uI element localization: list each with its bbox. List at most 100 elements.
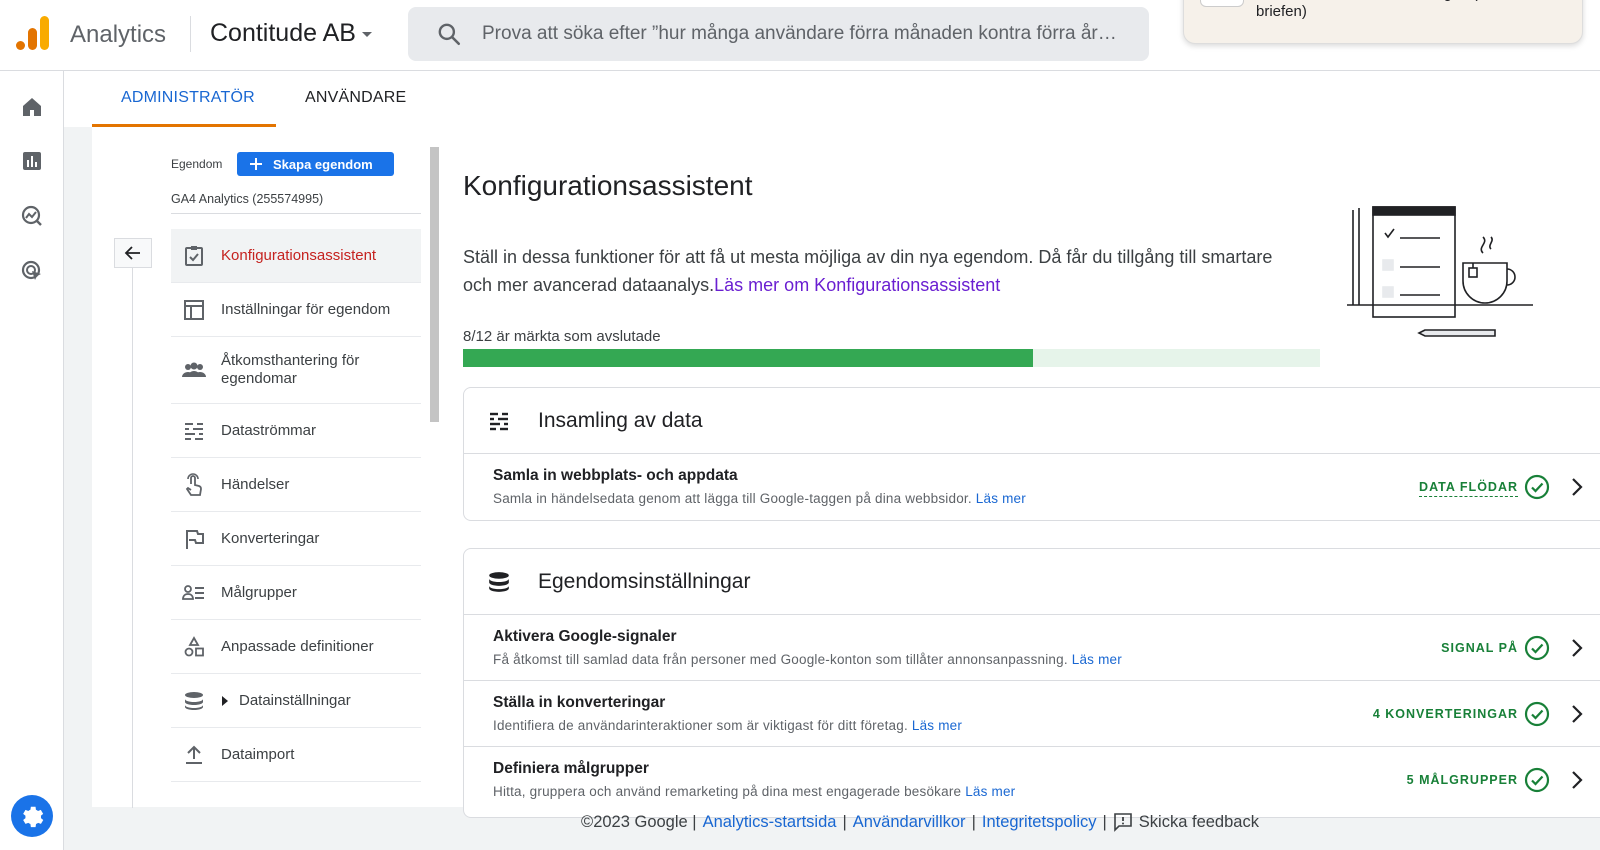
learn-more-link[interactable]: Läs mer bbox=[976, 491, 1026, 506]
nav-item-label: Inställningar för egendom bbox=[221, 301, 391, 318]
row-description: Hitta, gruppera och använd remarketing p… bbox=[493, 784, 1015, 799]
left-rail bbox=[0, 71, 64, 850]
row-description: Få åtkomst till samlad data från persone… bbox=[493, 652, 1122, 667]
search-bar[interactable] bbox=[408, 7, 1149, 61]
footer-link-terms[interactable]: Användarvillkor bbox=[853, 813, 966, 832]
nav-item-handelser[interactable]: Händelser bbox=[171, 458, 421, 512]
home-icon[interactable] bbox=[18, 93, 46, 121]
intro-text: Ställ in dessa funktioner för att få ut … bbox=[463, 243, 1303, 299]
plus-icon bbox=[250, 158, 262, 170]
divider bbox=[190, 16, 191, 52]
chevron-right-icon[interactable] bbox=[1566, 769, 1588, 791]
intro-learn-more-link[interactable]: Läs mer om Konfigurationsassistent bbox=[714, 275, 1000, 295]
footer-link-privacy[interactable]: Integritetspolicy bbox=[982, 813, 1097, 832]
streams-icon bbox=[486, 408, 512, 434]
nav-item-dataimport[interactable]: Dataimport bbox=[171, 728, 421, 782]
app-title[interactable]: Analytics bbox=[70, 21, 166, 49]
progress-bar-fill bbox=[463, 349, 1033, 367]
account-selector[interactable]: Contitude AB bbox=[210, 19, 372, 48]
nav-item-installningar[interactable]: Inställningar för egendom bbox=[171, 283, 421, 337]
learn-more-link[interactable]: Läs mer bbox=[965, 784, 1015, 799]
status-badge[interactable]: DATA FLÖDAR bbox=[1419, 480, 1518, 497]
footer: ©2023 Google | Analytics-startsida | Anv… bbox=[0, 812, 1600, 832]
nav-item-label: Anpassade definitioner bbox=[221, 638, 374, 655]
nav-item-label: Konfigurationsassistent bbox=[221, 247, 377, 264]
nav-item-label: Konverteringar bbox=[221, 530, 320, 547]
setup-row-malgrupper[interactable]: Definiera målgrupper Hitta, gruppera och… bbox=[464, 747, 1600, 813]
shapes-icon bbox=[181, 634, 207, 660]
card-insamling-av-data: Insamling av data Samla in webbplats- oc… bbox=[463, 387, 1600, 521]
setup-row-google-signaler[interactable]: Aktivera Google-signaler Få åtkomst till… bbox=[464, 615, 1600, 681]
upload-icon bbox=[181, 742, 207, 768]
status-badge: SIGNAL PÅ bbox=[1441, 641, 1518, 655]
create-property-button[interactable]: Skapa egendom bbox=[237, 152, 394, 176]
explore-icon[interactable] bbox=[18, 202, 46, 230]
nav-item-label: Åtkomsthantering för egendomar bbox=[221, 352, 360, 387]
card-header: Egendomsinställningar bbox=[464, 549, 1600, 615]
arrow-left-icon bbox=[124, 246, 140, 260]
check-circle-icon bbox=[1524, 767, 1550, 793]
back-button[interactable] bbox=[114, 238, 152, 268]
learn-more-link[interactable]: Läs mer bbox=[912, 718, 962, 733]
nav-scrollbar[interactable] bbox=[430, 147, 439, 422]
check-circle-icon bbox=[1524, 701, 1550, 727]
audience-icon bbox=[181, 580, 207, 606]
advertising-icon[interactable] bbox=[18, 257, 46, 285]
flag-icon bbox=[181, 526, 207, 552]
row-description: Identifiera de användarinteraktioner som… bbox=[493, 718, 962, 733]
learn-more-link[interactable]: Läs mer bbox=[1072, 652, 1122, 667]
card-title: Egendomsinställningar bbox=[538, 569, 751, 593]
nav-item-konverteringar[interactable]: Konverteringar bbox=[171, 512, 421, 566]
row-desc-text: Få åtkomst till samlad data från persone… bbox=[493, 652, 1068, 667]
setup-row-webbplats[interactable]: Samla in webbplats- och appdata Samla in… bbox=[464, 454, 1600, 520]
nav-item-label: Målgrupper bbox=[221, 584, 297, 601]
footer-link-home[interactable]: Analytics-startsida bbox=[703, 813, 837, 832]
layout-icon bbox=[181, 297, 207, 323]
check-circle-icon bbox=[1524, 635, 1550, 661]
footer-sep: | bbox=[971, 812, 976, 831]
nav-item-malgrupper[interactable]: Målgrupper bbox=[171, 566, 421, 620]
tree-line bbox=[132, 268, 133, 808]
chevron-right-icon[interactable] bbox=[1566, 637, 1588, 659]
property-name[interactable]: GA4 Analytics (255574995) bbox=[171, 192, 323, 206]
caret-right-icon bbox=[222, 695, 228, 706]
tab-anvandare[interactable]: ANVÄNDARE bbox=[305, 89, 406, 107]
footer-sep: | bbox=[842, 812, 847, 831]
reports-icon[interactable] bbox=[18, 147, 46, 175]
account-name: Contitude AB bbox=[210, 19, 356, 47]
feedback-icon bbox=[1113, 813, 1132, 832]
nav-item-konfigurationsassistent[interactable]: Konfigurationsassistent bbox=[171, 229, 421, 283]
chevron-right-icon[interactable] bbox=[1566, 476, 1588, 498]
feedback-button[interactable]: Skicka feedback bbox=[1113, 812, 1259, 832]
toast-text: annonsera i Baltikum för norgen (står äv… bbox=[1256, 0, 1547, 20]
nav-item-label: Datainställningar bbox=[239, 692, 351, 709]
search-input[interactable] bbox=[482, 23, 1139, 45]
touch-icon bbox=[181, 472, 207, 498]
top-bar: Analytics Contitude AB annonsera i Balti… bbox=[0, 0, 1600, 71]
tab-administrator[interactable]: ADMINISTRATÖR bbox=[121, 89, 255, 107]
status-badge: 5 MÅLGRUPPER bbox=[1406, 773, 1518, 787]
row-title: Definiera målgrupper bbox=[493, 760, 649, 777]
check-circle-icon bbox=[1524, 474, 1550, 500]
row-title: Samla in webbplats- och appdata bbox=[493, 467, 738, 484]
toast-checkbox[interactable] bbox=[1200, 0, 1244, 7]
setup-row-konverteringar[interactable]: Ställa in konverteringar Identifiera de … bbox=[464, 681, 1600, 747]
footer-sep: | bbox=[1102, 812, 1107, 831]
page-title: Konfigurationsassistent bbox=[463, 170, 753, 201]
nav-item-atkomsthantering[interactable]: Åtkomsthantering för egendomar bbox=[171, 337, 421, 404]
nav-item-label: Händelser bbox=[221, 476, 290, 493]
divider bbox=[171, 213, 421, 214]
property-label: Egendom bbox=[171, 157, 223, 171]
database-icon bbox=[181, 688, 207, 714]
row-desc-text: Hitta, gruppera och använd remarketing p… bbox=[493, 784, 962, 799]
nav-item-datainstallningar[interactable]: Datainställningar bbox=[171, 674, 421, 728]
analytics-logo-icon[interactable] bbox=[16, 16, 50, 50]
row-desc-text: Identifiera de användarinteraktioner som… bbox=[493, 718, 908, 733]
card-title: Insamling av data bbox=[538, 408, 703, 432]
nav-item-datastrommar[interactable]: Dataströmmar bbox=[171, 404, 421, 458]
nav-item-anpassade-definitioner[interactable]: Anpassade definitioner bbox=[171, 620, 421, 674]
nav-item-label: Dataströmmar bbox=[221, 422, 317, 439]
notification-toast[interactable]: annonsera i Baltikum för norgen (står äv… bbox=[1183, 0, 1583, 44]
nav-item-label: Dataimport bbox=[221, 746, 295, 763]
chevron-right-icon[interactable] bbox=[1566, 703, 1588, 725]
